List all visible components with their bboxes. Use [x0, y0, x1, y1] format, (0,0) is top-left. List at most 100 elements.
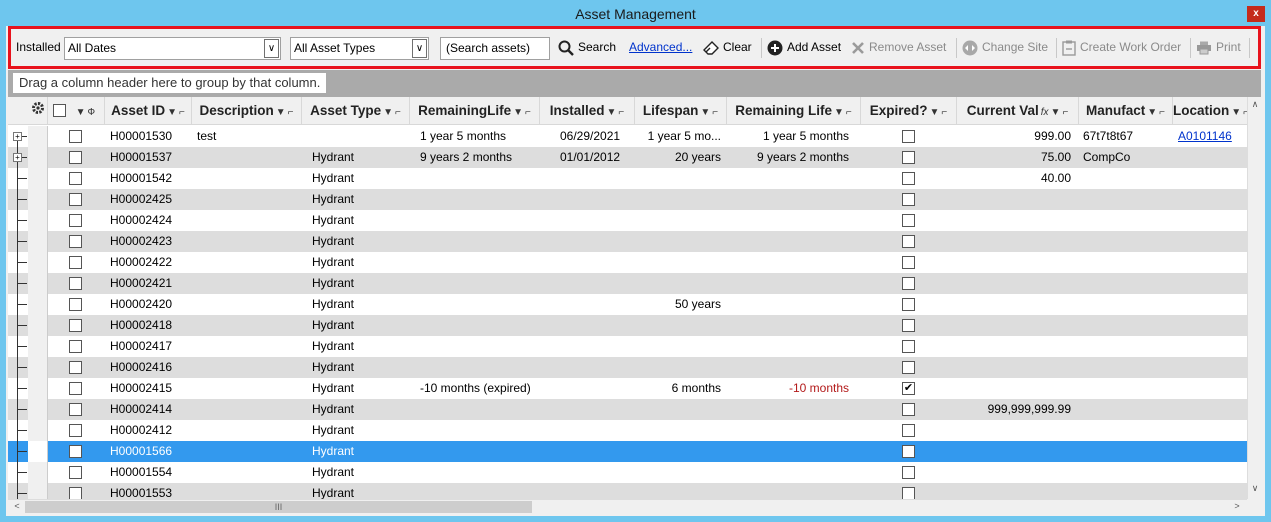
row-indicator[interactable]: [28, 252, 48, 273]
expired-checkbox[interactable]: [902, 361, 915, 374]
row-indicator[interactable]: [28, 462, 48, 483]
row-select-checkbox[interactable]: [69, 445, 82, 458]
expired-checkbox[interactable]: [902, 172, 915, 185]
table-row[interactable]: H00002425 Hydrant: [8, 189, 1248, 210]
horizontal-scrollbar[interactable]: < III >: [8, 499, 1247, 514]
pin-icon[interactable]: Ф: [88, 107, 96, 118]
row-indicator[interactable]: [28, 357, 48, 378]
row-select-checkbox[interactable]: [69, 466, 82, 479]
table-row[interactable]: H00002423 Hydrant: [8, 231, 1248, 252]
expired-checkbox[interactable]: [902, 298, 915, 311]
row-select-checkbox[interactable]: [69, 361, 82, 374]
row-select-checkbox[interactable]: [69, 193, 82, 206]
chevron-down-icon[interactable]: ∨: [264, 39, 279, 58]
row-indicator[interactable]: [28, 483, 48, 499]
group-by-panel[interactable]: Drag a column header here to group by th…: [8, 70, 1261, 97]
table-row[interactable]: H00001542 Hydrant 40.00: [8, 168, 1248, 189]
pin-icon[interactable]: ⌐: [846, 107, 852, 118]
pin-icon[interactable]: ⌐: [712, 107, 718, 118]
column-header-desc[interactable]: Description ▼ ⌐: [192, 97, 302, 125]
pin-icon[interactable]: ⌐: [179, 107, 185, 118]
filter-icon[interactable]: ▼: [700, 107, 710, 118]
table-row[interactable]: H00001554 Hydrant: [8, 462, 1248, 483]
table-row[interactable]: H00002414 Hydrant 999,999,999.99: [8, 399, 1248, 420]
date-filter-select[interactable]: All Dates ∨: [64, 37, 281, 60]
table-row[interactable]: H00002421 Hydrant: [8, 273, 1248, 294]
table-row[interactable]: H00002422 Hydrant: [8, 252, 1248, 273]
expired-checkbox[interactable]: [902, 403, 915, 416]
row-select-checkbox[interactable]: [69, 340, 82, 353]
advanced-link[interactable]: Advanced...: [629, 29, 692, 66]
column-header-type[interactable]: Asset Type ▼ ⌐: [302, 97, 410, 125]
expired-checkbox[interactable]: [902, 193, 915, 206]
expired-checkbox[interactable]: [902, 487, 915, 499]
column-header-id[interactable]: Asset ID ▼ ⌐: [105, 97, 192, 125]
expired-checkbox[interactable]: [902, 424, 915, 437]
filter-icon[interactable]: ▼: [1147, 107, 1157, 118]
create-work-order-button[interactable]: Create Work Order: [1062, 29, 1181, 66]
row-select-checkbox[interactable]: [69, 424, 82, 437]
expired-checkbox[interactable]: [902, 319, 915, 332]
row-indicator[interactable]: [28, 315, 48, 336]
row-indicator[interactable]: [28, 147, 48, 168]
table-row[interactable]: H00002420 Hydrant 50 years: [8, 294, 1248, 315]
table-row[interactable]: H00002412 Hydrant: [8, 420, 1248, 441]
row-indicator[interactable]: [28, 294, 48, 315]
search-input[interactable]: (Search assets): [440, 37, 550, 60]
row-select-checkbox[interactable]: [69, 277, 82, 290]
pin-icon[interactable]: ⌐: [288, 107, 294, 118]
scroll-left-icon[interactable]: <: [10, 501, 24, 511]
close-button[interactable]: x: [1247, 6, 1265, 22]
table-row[interactable]: H00002416 Hydrant: [8, 357, 1248, 378]
pin-icon[interactable]: ⌐: [1062, 107, 1068, 118]
column-header-lifespan[interactable]: Lifespan ▼ ⌐: [635, 97, 727, 125]
row-select-checkbox[interactable]: [69, 172, 82, 185]
row-select-checkbox[interactable]: [69, 382, 82, 395]
expired-checkbox[interactable]: [902, 235, 915, 248]
row-indicator[interactable]: [28, 273, 48, 294]
table-row[interactable]: H00001566 Hydrant: [8, 441, 1248, 462]
column-header-remaining[interactable]: RemainingLife ▼ ⌐: [410, 97, 540, 125]
filter-icon[interactable]: ▼: [1051, 107, 1061, 118]
column-header-expired[interactable]: Expired? ▼ ⌐: [861, 97, 957, 125]
filter-icon[interactable]: ▼: [167, 107, 177, 118]
table-row[interactable]: + H00001530 test 1 year 5 months 06/29/2021 1…: [8, 126, 1248, 147]
scroll-up-icon[interactable]: ∧: [1248, 99, 1262, 110]
row-select-checkbox[interactable]: [69, 298, 82, 311]
column-header-installed[interactable]: Installed ▼ ⌐: [540, 97, 635, 125]
change-site-button[interactable]: Change Site: [962, 29, 1048, 66]
filter-icon[interactable]: ▼: [1231, 107, 1241, 118]
row-select-checkbox[interactable]: [69, 403, 82, 416]
column-header-value[interactable]: Current Val fx ▼ ⌐: [957, 97, 1079, 125]
vertical-scrollbar[interactable]: ∧ ∨: [1247, 97, 1261, 499]
expired-checkbox[interactable]: [902, 277, 915, 290]
remove-asset-button[interactable]: Remove Asset: [851, 29, 946, 66]
row-indicator[interactable]: [28, 126, 48, 147]
row-indicator[interactable]: [28, 420, 48, 441]
pin-icon[interactable]: ⌐: [525, 107, 531, 118]
table-row[interactable]: + H00001537 Hydrant 9 years 2 months 01/01/2…: [8, 147, 1248, 168]
filter-icon[interactable]: ▼: [834, 107, 844, 118]
expand-icon[interactable]: +: [13, 132, 22, 141]
print-button[interactable]: Print: [1196, 29, 1241, 66]
row-indicator[interactable]: [28, 189, 48, 210]
table-row[interactable]: H00002417 Hydrant: [8, 336, 1248, 357]
row-select-checkbox[interactable]: [69, 151, 82, 164]
row-select-checkbox[interactable]: [69, 130, 82, 143]
table-row[interactable]: H00001553 Hydrant: [8, 483, 1248, 499]
select-all-checkbox[interactable]: [52, 104, 66, 117]
pin-icon[interactable]: ⌐: [941, 107, 947, 118]
row-indicator[interactable]: [28, 168, 48, 189]
row-indicator[interactable]: [28, 378, 48, 399]
scroll-thumb[interactable]: III: [25, 501, 532, 513]
row-select-checkbox[interactable]: [69, 319, 82, 332]
cell-location[interactable]: A0101146: [1178, 126, 1248, 147]
row-select-checkbox[interactable]: [69, 487, 82, 499]
add-asset-button[interactable]: Add Asset: [767, 29, 841, 66]
expired-checkbox[interactable]: [902, 256, 915, 269]
row-select-checkbox[interactable]: [69, 214, 82, 227]
table-row[interactable]: H00002418 Hydrant: [8, 315, 1248, 336]
expired-checkbox[interactable]: [902, 214, 915, 227]
pin-icon[interactable]: ⌐: [395, 107, 401, 118]
expired-checkbox[interactable]: ✔: [902, 382, 915, 395]
